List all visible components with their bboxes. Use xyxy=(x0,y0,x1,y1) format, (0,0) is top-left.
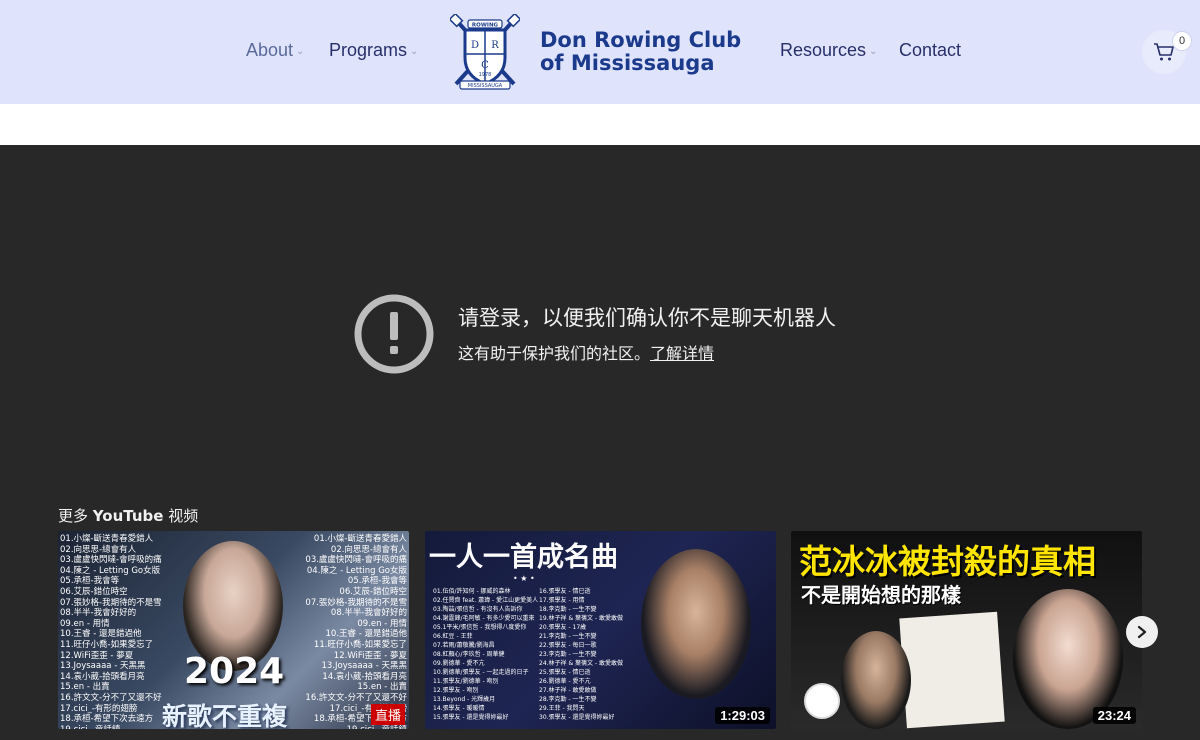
thumb-2-portrait xyxy=(641,549,751,699)
cart-icon xyxy=(1154,43,1174,61)
thumb-2-tracklist-a: 01.伍佰/許知何 - 挪威的森林 02.任賢齊 feat. 蕭瑋 - 愛江山更… xyxy=(433,588,539,721)
chevron-down-icon: ⌄ xyxy=(296,46,305,57)
video-thumbnail-3[interactable]: 范冰冰被封殺的真相 不是開始想的那樣 23:24 xyxy=(791,531,1142,729)
more-videos-suffix: 视频 xyxy=(163,507,199,525)
nav-programs[interactable]: Programs ⌄ xyxy=(329,40,418,61)
sign-in-subtitle: 这有助于保护我们的社区。了解详情 xyxy=(458,340,714,364)
nav-resources-label: Resources xyxy=(780,40,867,60)
duration-badge: 1:29:03 xyxy=(715,707,770,724)
more-videos-prefix: 更多 xyxy=(58,507,93,525)
crest-year: 1978 xyxy=(479,72,492,78)
thumb-2-divider: • ★ • xyxy=(513,574,535,583)
nav-programs-label: Programs xyxy=(329,40,408,60)
thumb-1-year: 2024 xyxy=(184,651,285,692)
nav-about[interactable]: About ⌄ xyxy=(246,40,304,61)
cart-count-badge: 0 xyxy=(1172,31,1192,51)
logo-line-1: Don Rowing Club xyxy=(540,28,742,52)
live-badge: 直播 xyxy=(370,704,405,725)
chevron-right-icon xyxy=(1137,625,1147,639)
exclamation-circle-icon xyxy=(354,294,434,374)
logo-line-2: of Mississauga xyxy=(540,51,715,75)
video-thumbnail-1[interactable]: 01.小燦-斷送青春愛錯人 02.向思思-總會有人 03.盧盧快閃噠-會呼吸的痛… xyxy=(58,531,409,729)
thumb-3-title: 范冰冰被封殺的真相 xyxy=(799,542,1096,581)
thumb-1-tracklist-left: 01.小燦-斷送青春愛錯人 02.向思思-總會有人 03.盧盧快閃噠-會呼吸的痛… xyxy=(60,534,162,729)
crest-letter-d: D xyxy=(471,40,479,51)
nav-contact-label: Contact xyxy=(899,40,962,60)
crest-ribbon-top: ROWING xyxy=(472,22,499,28)
chevron-down-icon: ⌄ xyxy=(869,46,878,57)
crest-letter-r: R xyxy=(491,40,499,51)
logo-text: Don Rowing Club of Mississauga xyxy=(540,29,741,75)
sign-in-title: 请登录，以便我们确认你不是聊天机器人 xyxy=(458,306,836,330)
chevron-down-icon: ⌄ xyxy=(410,46,419,57)
thumb-3-subtitle: 不是開始想的那樣 xyxy=(801,583,961,607)
crest-letter-c: C xyxy=(481,60,489,71)
thumb-3-document xyxy=(899,611,1005,729)
carousel-next-button[interactable] xyxy=(1126,616,1158,648)
nav-contact[interactable]: Contact xyxy=(899,40,961,61)
thumb-1-tracklist-right: 01.小燦-斷送青春愛錯人 02.向思思-總會有人 03.盧盧快閃噠-會呼吸的痛… xyxy=(305,534,407,729)
more-videos-heading: 更多 YouTube 视频 xyxy=(58,505,198,526)
sign-in-subtitle-text: 这有助于保护我们的社区。 xyxy=(458,344,651,363)
more-videos-brand: YouTube xyxy=(92,507,164,525)
channel-avatar xyxy=(804,683,840,719)
thumb-2-tracklist-b: 16.張學友 - 情已逝 17.張學友 - 用情 18.李克勤 - 一生不變 1… xyxy=(539,588,624,721)
video-thumbnail-2[interactable]: 一人一首成名曲 • ★ • 01.伍佰/許知何 - 挪威的森林 02.任賢齊 f… xyxy=(425,531,776,729)
nav-about-label: About xyxy=(246,40,294,60)
thumb-2-title: 一人一首成名曲 xyxy=(429,542,618,573)
crest-ribbon-bottom: MISSISSAUGA xyxy=(468,83,503,89)
learn-more-link[interactable]: 了解详情 xyxy=(650,344,714,363)
club-crest-icon: D R C 1978 ROWING MISSISSAUGA xyxy=(450,14,520,90)
nav-resources[interactable]: Resources ⌄ xyxy=(780,40,877,61)
thumb-1-caption: 新歌不重複 xyxy=(162,702,288,729)
duration-badge: 23:24 xyxy=(1092,707,1136,724)
site-logo[interactable]: D R C 1978 ROWING MISSISSAUGA Don Rowing… xyxy=(450,14,741,90)
thumb-3-portrait-left xyxy=(841,631,911,729)
